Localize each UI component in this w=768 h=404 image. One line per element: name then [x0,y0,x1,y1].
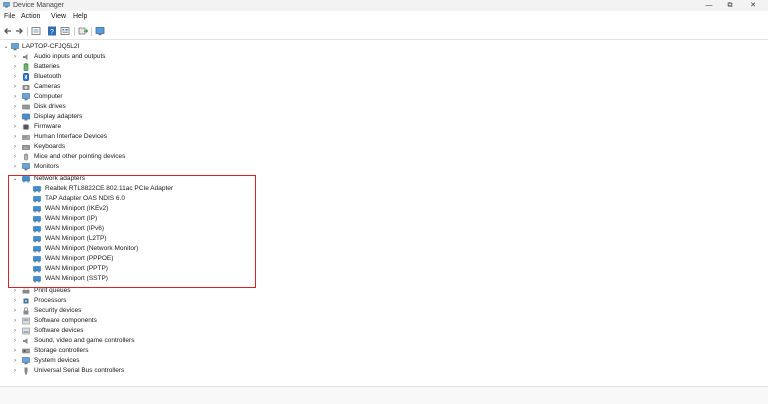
properties-icon[interactable] [31,26,41,36]
chevron-right-icon[interactable]: › [12,366,18,376]
chevron-right-icon[interactable]: › [12,82,18,92]
device-tree: ⌄ LAPTOP-CFJQ5L2I › Audio inputs and out… [0,40,768,385]
tree-category-label: Display adapters [34,113,83,120]
bluetooth-icon [23,73,29,81]
chip-icon [22,124,30,130]
mouse-icon [23,153,29,161]
monitor-icon [22,93,30,101]
tree-category-label: Software devices [34,327,84,334]
chevron-right-icon[interactable]: › [12,316,18,326]
security-icon [23,307,29,315]
chevron-right-icon[interactable]: › [12,336,18,346]
tree-category-label: Disk drives [34,103,66,110]
battery-icon [23,63,29,71]
tree-category-label: Universal Serial Bus controllers [34,367,125,374]
chevron-right-icon[interactable]: › [12,356,18,366]
maximize-button[interactable]: ⧉ [719,0,741,11]
tree-category-label: Security devices [34,307,82,314]
chevron-right-icon[interactable]: › [12,296,18,306]
hid-icon [22,135,30,140]
toolbar-separator [27,27,28,36]
toolbar-separator [74,27,75,36]
update-driver-icon[interactable] [78,26,88,36]
computer-icon [11,43,19,51]
usb-icon [24,367,28,375]
processor-icon [23,298,29,304]
chevron-right-icon[interactable]: › [12,102,18,112]
keyboard-icon [22,145,30,150]
display-adapter-icon [22,113,30,121]
menu-action[interactable]: Action [21,11,40,23]
scan-hardware-icon[interactable] [95,26,105,36]
chevron-right-icon[interactable]: › [12,306,18,316]
chevron-right-icon[interactable]: › [12,346,18,356]
camera-icon [22,85,30,90]
tree-category-label: Mice and other pointing devices [34,153,126,160]
software-device-icon [22,327,30,335]
chevron-right-icon[interactable]: › [12,92,18,102]
sound-icon [23,338,28,344]
chevron-right-icon[interactable]: › [12,326,18,336]
tree-category-label: Batteries [34,63,60,70]
chevron-right-icon[interactable]: › [12,152,18,162]
system-device-icon [22,357,30,365]
help-icon[interactable]: ? [47,26,57,36]
chevron-right-icon[interactable]: › [12,122,18,132]
tree-category-label: Audio inputs and outputs [34,53,106,60]
chevron-right-icon[interactable]: › [12,72,18,82]
device-view-icon[interactable] [60,26,70,36]
chevron-right-icon[interactable]: › [12,112,18,122]
menu-bar: File Action View Help [0,11,768,23]
tree-category-label: Computer [34,93,63,100]
svg-text:?: ? [50,29,54,36]
status-bar [0,386,768,404]
device-manager-app-icon [3,2,10,8]
speaker-icon [23,54,28,60]
chevron-down-icon[interactable]: ⌄ [3,42,9,52]
toolbar: ? [0,24,768,40]
tree-category-label: Storage controllers [34,347,89,354]
tree-category-label: Human Interface Devices [34,133,107,140]
minimize-button[interactable]: — [698,0,720,11]
disk-drive-icon [22,104,30,110]
chevron-right-icon[interactable]: › [12,162,18,172]
back-arrow-icon[interactable] [3,26,13,36]
tree-category-label: Firmware [34,123,62,130]
tree-category-label: Software components [34,317,97,324]
close-button[interactable]: ✕ [742,0,764,11]
highlight-box [8,175,256,288]
chevron-right-icon[interactable]: › [12,62,18,72]
chevron-right-icon[interactable]: › [12,52,18,62]
monitor-icon [22,163,30,171]
tree-root-label: LAPTOP-CFJQ5L2I [22,43,80,50]
tree-category-label: Bluetooth [34,73,62,80]
forward-arrow-icon[interactable] [14,26,24,36]
tree-category-label: Processors [34,297,67,304]
tree-category-label: Cameras [34,83,61,90]
menu-file[interactable]: File [4,11,15,23]
tree-category-label: Keyboards [34,143,66,150]
storage-controller-icon [22,348,30,354]
window-title: Device Manager [13,2,64,9]
menu-view[interactable]: View [51,11,66,23]
software-component-icon [22,317,30,325]
menu-help[interactable]: Help [73,11,87,23]
title-bar: Device Manager — ⧉ ✕ [0,0,768,11]
tree-category-label: Sound, video and game controllers [34,337,135,344]
tree-category-label: System devices [34,357,80,364]
chevron-right-icon[interactable]: › [12,132,18,142]
tree-category-label: Monitors [34,163,59,170]
printer-icon [22,287,30,294]
toolbar-separator [91,27,92,36]
chevron-right-icon[interactable]: › [12,142,18,152]
